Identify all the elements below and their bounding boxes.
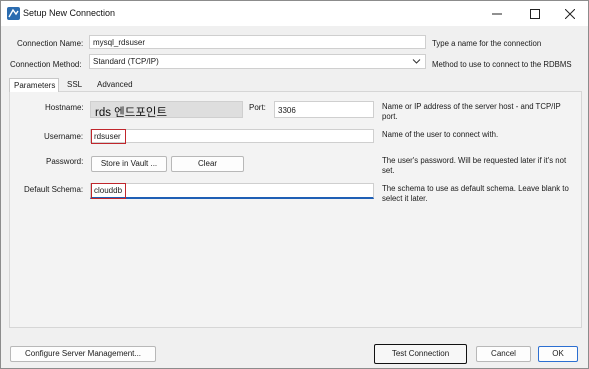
port-input[interactable]: 3306 [274, 101, 374, 118]
parameters-panel: Hostname: rds 엔드포인트 Port: 3306 Name or I… [9, 91, 582, 328]
username-input[interactable]: rdsuser [90, 129, 374, 143]
connection-name-hint: Type a name for the connection [432, 39, 542, 48]
hostname-label: Hostname: [45, 103, 84, 112]
connection-name-input[interactable]: mysql_rdsuser [89, 35, 426, 49]
port-label: Port: [249, 103, 266, 112]
username-hint: Name of the user to connect with. [382, 130, 499, 139]
default-schema-highlight [91, 183, 126, 199]
setup-connection-dialog: Setup New Connection Connection Name: my… [0, 0, 589, 369]
maximize-icon [530, 8, 540, 19]
username-highlight [91, 129, 126, 144]
connection-name-label: Connection Name: [17, 39, 84, 48]
minimize-button[interactable] [479, 1, 515, 26]
hostname-hint: Name or IP address of the server host - … [382, 102, 561, 121]
configure-server-management-button[interactable]: Configure Server Management... [10, 346, 156, 362]
tab-ssl[interactable]: SSL [63, 78, 86, 91]
test-connection-button[interactable]: Test Connection [374, 344, 467, 364]
ok-button[interactable]: OK [538, 346, 578, 362]
password-label: Password: [46, 157, 84, 166]
store-in-vault-button[interactable]: Store in Vault ... [91, 156, 167, 172]
chevron-down-icon [412, 59, 421, 64]
connection-method-value: Standard (TCP/IP) [93, 57, 159, 66]
default-schema-input[interactable]: clouddb [90, 183, 374, 199]
username-label: Username: [44, 132, 84, 141]
close-icon [565, 8, 575, 19]
cancel-button[interactable]: Cancel [476, 346, 531, 362]
tab-advanced[interactable]: Advanced [93, 78, 137, 91]
connection-method-label: Connection Method: [10, 60, 82, 69]
clear-password-button[interactable]: Clear [171, 156, 244, 172]
close-button[interactable] [552, 1, 588, 26]
minimize-icon [492, 13, 502, 14]
connection-method-select[interactable]: Standard (TCP/IP) [89, 54, 426, 69]
password-hint: The user's password. Will be requested l… [382, 156, 567, 175]
default-schema-label: Default Schema: [24, 185, 84, 194]
maximize-button[interactable] [517, 1, 553, 26]
connection-method-hint: Method to use to connect to the RDBMS [432, 60, 572, 69]
tab-parameters[interactable]: Parameters [9, 78, 59, 92]
default-schema-hint: The schema to use as default schema. Lea… [382, 184, 569, 203]
hostname-input[interactable]: rds 엔드포인트 [90, 101, 243, 118]
title-bar: Setup New Connection [1, 1, 588, 26]
window-title: Setup New Connection [23, 8, 116, 18]
mysql-workbench-icon [7, 7, 20, 20]
